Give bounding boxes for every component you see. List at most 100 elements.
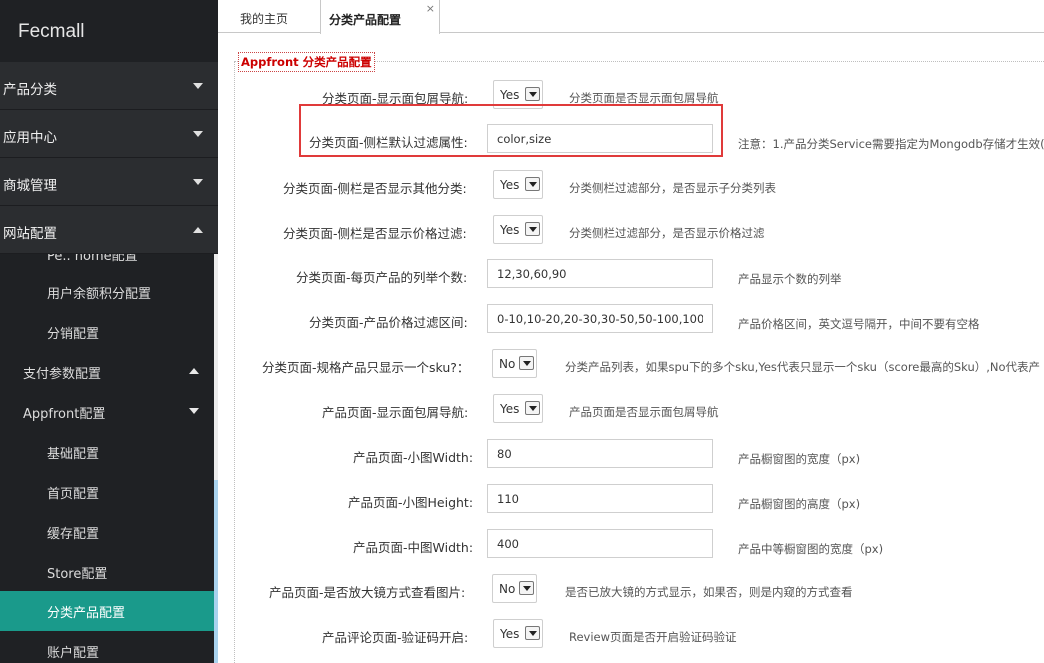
field-label: 分类页面-每页产品的列举个数: <box>296 270 468 285</box>
sidebar-subitem-cache-config[interactable]: 缓存配置 <box>0 512 214 552</box>
sidebar-subitem-label: 分销配置 <box>47 327 100 342</box>
chevron-down-icon <box>519 581 534 595</box>
sidebar-subitem-label: 基础配置 <box>47 447 100 462</box>
sidebar-subitem-label: 首页配置 <box>47 487 100 502</box>
config-row: 分类页面-侧栏默认过滤属性: 注意：1.产品分类Service需要指定为Mong… <box>218 124 1044 156</box>
select-breadcrumb[interactable]: Yes <box>493 80 543 109</box>
sidebar-subitem-homepage-config[interactable]: 首页配置 <box>0 472 214 512</box>
sidebar-subitem-home-config[interactable]: Pe.. home配置 <box>0 254 214 274</box>
config-row: 产品页面-是否放大镜方式查看图片: No 是否已放大镜的方式显示，如果否，则是内… <box>218 574 1044 606</box>
sidebar-subitem-label: Appfront配置 <box>23 407 106 422</box>
input-small-image-width[interactable] <box>487 439 713 468</box>
select-value: Yes <box>500 223 520 237</box>
field-note: 产品显示个数的列举 <box>738 272 842 286</box>
chevron-down-icon <box>525 177 540 191</box>
field-label: 分类页面-产品价格过滤区间: <box>309 315 468 330</box>
field-label: 产品评论页面-验证码开启: <box>322 630 469 645</box>
select-single-sku[interactable]: No <box>492 349 537 378</box>
select-product-breadcrumb[interactable]: Yes <box>493 394 543 423</box>
sidebar-subitem-appfront[interactable]: Appfront配置 <box>0 392 214 432</box>
caret-down-icon <box>193 131 203 137</box>
field-label: 分类页面-规格产品只显示一个sku?： <box>262 360 470 375</box>
field-label: 产品页面-小图Width: <box>353 450 474 465</box>
field-note: 产品页面是否显示面包屑导航 <box>569 405 719 419</box>
select-value: No <box>499 357 516 371</box>
select-value: Yes <box>500 88 520 102</box>
sidebar-subitem-label: 缓存配置 <box>47 527 100 542</box>
sidebar-item-label: 商城管理 <box>3 178 57 194</box>
select-magnifier-view[interactable]: No <box>492 574 537 603</box>
input-default-filter-attrs[interactable] <box>487 124 713 153</box>
field-note: 产品橱窗图的高度（px) <box>738 497 861 511</box>
config-row: 分类页面-每页产品的列举个数: 产品显示个数的列举 <box>218 259 1044 291</box>
config-row: 产品页面-中图Width: 产品中等橱窗图的宽度（px) <box>218 529 1044 561</box>
sidebar-subitem-label: 账户配置 <box>47 646 100 661</box>
chevron-down-icon <box>525 626 540 640</box>
field-label: 产品页面-中图Width: <box>353 540 474 555</box>
input-small-image-height[interactable] <box>487 484 713 513</box>
config-row: 产品页面-小图Height: 产品橱窗图的高度（px) <box>218 484 1044 516</box>
field-label: 分类页面-侧栏是否显示价格过滤: <box>283 226 467 241</box>
field-note: 注意：1.产品分类Service需要指定为Mongodb存储才生效( <box>738 137 1044 151</box>
caret-up-icon <box>189 368 199 374</box>
main-content: Appfront 分类产品配置 分类页面-显示面包屑导航: Yes 分类页面是否… <box>218 34 1044 663</box>
select-show-price-filter[interactable]: Yes <box>493 215 543 244</box>
config-row: 分类页面-侧栏是否显示价格过滤: Yes 分类侧栏过滤部分，是否显示价格过滤 <box>218 215 1044 247</box>
sidebar-item-site-config[interactable]: 网站配置 <box>0 206 218 254</box>
sidebar-item-mall-management[interactable]: 商城管理 <box>0 158 218 206</box>
field-note: 分类页面是否显示面包屑导航 <box>569 91 719 105</box>
select-value: Yes <box>500 178 520 192</box>
field-note: 分类侧栏过滤部分，是否显示子分类列表 <box>569 181 776 195</box>
field-note: 分类侧栏过滤部分，是否显示价格过滤 <box>569 226 765 240</box>
sidebar-subitem-basic-config[interactable]: 基础配置 <box>0 432 214 472</box>
chevron-down-icon <box>519 356 534 370</box>
select-value: No <box>499 582 516 596</box>
field-label: 分类页面-侧栏默认过滤属性: <box>309 135 468 150</box>
field-label: 产品页面-是否放大镜方式查看图片: <box>269 585 466 600</box>
select-show-other-categories[interactable]: Yes <box>493 170 543 199</box>
sidebar-item-app-center[interactable]: 应用中心 <box>0 110 218 158</box>
field-label: 分类页面-显示面包屑导航: <box>322 91 469 106</box>
sidebar-item-label: 产品分类 <box>3 82 57 98</box>
input-medium-image-width[interactable] <box>487 529 713 558</box>
brand-logo-text: Fecmall <box>18 21 85 42</box>
sidebar-subitem-label: 用户余额积分配置 <box>47 287 152 302</box>
tab-category-product-config[interactable]: 分类产品配置 × <box>320 0 440 34</box>
sidebar-subitem-distribution[interactable]: 分销配置 <box>0 312 214 352</box>
sidebar-subitem-account-config[interactable]: 账户配置 <box>0 631 214 663</box>
sidebar-subitem-balance-points[interactable]: 用户余额积分配置 <box>0 272 214 312</box>
field-label: 分类页面-侧栏是否显示其他分类: <box>283 181 467 196</box>
sidebar-subitem-store-config[interactable]: Store配置 <box>0 552 214 592</box>
field-label: 产品页面-小图Height: <box>348 495 474 510</box>
caret-up-icon <box>193 227 203 233</box>
config-row: 产品页面-显示面包屑导航: Yes 产品页面是否显示面包屑导航 <box>218 394 1044 426</box>
sidebar-subitem-label: Store配置 <box>47 567 108 582</box>
input-products-per-page[interactable] <box>487 259 713 288</box>
caret-down-icon <box>193 83 203 89</box>
config-row: 分类页面-显示面包屑导航: Yes 分类页面是否显示面包屑导航 <box>218 80 1044 112</box>
tab-my-home[interactable]: 我的主页 <box>228 0 318 33</box>
config-row: 分类页面-侧栏是否显示其他分类: Yes 分类侧栏过滤部分，是否显示子分类列表 <box>218 170 1044 202</box>
sidebar-subitem-payment-params[interactable]: 支付参数配置 <box>0 352 214 392</box>
caret-down-icon <box>189 408 199 414</box>
field-note: 是否已放大镜的方式显示，如果否，则是内窥的方式查看 <box>565 585 853 599</box>
sidebar-item-product-category[interactable]: 产品分类 <box>0 62 218 110</box>
sidebar-subitem-category-product-config[interactable]: 分类产品配置 <box>0 591 214 631</box>
sidebar-submenu: Pe.. home配置 用户余额积分配置 分销配置 支付参数配置 Appfron… <box>0 254 214 663</box>
select-review-captcha[interactable]: Yes <box>493 619 543 648</box>
chevron-down-icon <box>525 401 540 415</box>
chevron-down-icon <box>525 87 540 101</box>
tab-label: 我的主页 <box>240 12 289 26</box>
field-note: 分类产品列表，如果spu下的多个sku,Yes代表只显示一个sku（score最… <box>565 360 1041 374</box>
caret-down-icon <box>193 179 203 185</box>
input-price-filter-ranges[interactable] <box>487 304 713 333</box>
config-row: 产品评论页面-验证码开启: Yes Review页面是否开启验证码验证 <box>218 619 1044 651</box>
tab-label: 分类产品配置 <box>329 13 402 27</box>
sidebar-item-label: 网站配置 <box>3 226 57 242</box>
close-icon[interactable]: × <box>426 2 435 15</box>
fieldset-legend: Appfront 分类产品配置 <box>238 52 375 72</box>
field-note: 产品中等橱窗图的宽度（px) <box>738 542 884 556</box>
field-note: 产品价格区间，英文逗号隔开，中间不要有空格 <box>738 317 980 331</box>
field-note: 产品橱窗图的宽度（px) <box>738 452 861 466</box>
select-value: Yes <box>500 402 520 416</box>
